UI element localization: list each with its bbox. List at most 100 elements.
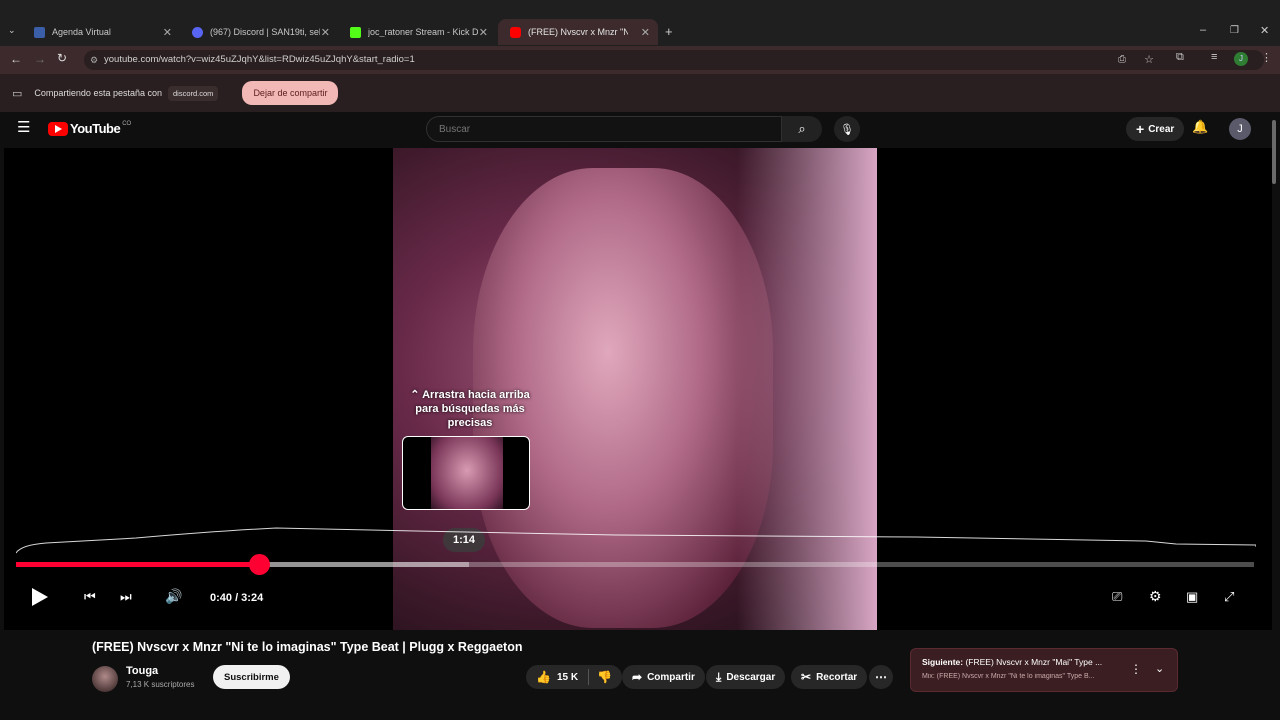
favicon-icon bbox=[192, 26, 203, 38]
next-up-title: (FREE) Nvscvr x Mnzr "Mai" Type ... bbox=[965, 657, 1103, 667]
tab-label: (967) Discord | SAN19ti, sel bbox=[210, 27, 320, 37]
tab-search-icon[interactable]: ⌄ bbox=[8, 25, 16, 36]
subscribe-button[interactable]: Suscribirme bbox=[213, 665, 290, 689]
share-icon: ➦ bbox=[632, 670, 643, 684]
search-box[interactable] bbox=[426, 116, 782, 142]
youtube-page: ☰ YouTube CO ⌕ 🎙 + Crear 🔔 J ⌃ Arra bbox=[4, 112, 1272, 720]
extensions-icon[interactable]: ⧉ bbox=[1176, 51, 1184, 64]
fullscreen-icon[interactable]: ⤢ bbox=[1224, 589, 1234, 605]
tab-label: joc_ratoner Stream - Kick Dash bbox=[368, 27, 478, 37]
favicon-icon bbox=[350, 26, 361, 38]
previous-icon[interactable]: ⏮ bbox=[84, 589, 96, 605]
tab-label: (FREE) Nvscvr x Mnzr "Ni te bbox=[528, 27, 628, 37]
download-button[interactable]: ⤓ Descargar bbox=[706, 665, 786, 689]
bookmark-star-icon[interactable]: ☆ bbox=[1144, 50, 1154, 70]
page-scrollbar[interactable] bbox=[1272, 120, 1276, 184]
screen-share-icon: ▭ bbox=[12, 87, 23, 100]
search-button[interactable]: ⌕ bbox=[782, 116, 822, 142]
hamburger-menu-icon[interactable]: ☰ bbox=[17, 118, 30, 136]
video-title: (FREE) Nvscvr x Mnzr "Ni te lo imaginas"… bbox=[92, 640, 523, 654]
close-icon[interactable]: ✕ bbox=[479, 26, 488, 39]
share-label: Compartir bbox=[647, 671, 695, 683]
next-up-label: Siguiente: bbox=[922, 657, 964, 667]
played-bar bbox=[16, 562, 259, 567]
youtube-play-icon bbox=[48, 121, 68, 136]
back-icon[interactable]: ← bbox=[10, 52, 22, 66]
tab-discord[interactable]: (967) Discord | SAN19ti, sel ✕ bbox=[180, 19, 338, 45]
preview-thumbnail bbox=[402, 436, 530, 510]
tab-youtube[interactable]: (FREE) Nvscvr x Mnzr "Ni te ✕ bbox=[498, 19, 658, 45]
close-icon[interactable]: ✕ bbox=[641, 26, 650, 39]
plus-icon: + bbox=[1136, 121, 1145, 137]
play-icon[interactable] bbox=[32, 588, 48, 606]
new-tab-icon[interactable]: + bbox=[665, 24, 673, 39]
video-player[interactable]: ⌃ Arrastra hacia arriba para búsquedas m… bbox=[4, 148, 1272, 630]
browser-tab-strip: ⌄ Agenda Virtual ✕ (967) Discord | SAN19… bbox=[0, 0, 1280, 46]
dislike-icon[interactable]: 👎 bbox=[597, 670, 612, 684]
next-icon[interactable]: ⏭ bbox=[120, 589, 132, 605]
url-text: youtube.com/watch?v=wiz45uZJqhY&list=RDw… bbox=[104, 54, 415, 65]
close-icon[interactable]: ✕ bbox=[321, 26, 330, 39]
media-icon[interactable]: ≡ bbox=[1211, 51, 1217, 63]
scissors-icon: ✂ bbox=[801, 670, 812, 684]
tab-kick[interactable]: joc_ratoner Stream - Kick Dash ✕ bbox=[338, 19, 496, 45]
more-actions-button[interactable]: ⋯ bbox=[869, 665, 893, 689]
forward-icon[interactable]: → bbox=[34, 52, 46, 66]
install-icon[interactable]: ⎙ bbox=[1118, 50, 1126, 70]
scrubber-handle[interactable] bbox=[248, 554, 270, 575]
like-dislike-group: 👍 15 K 👎 bbox=[526, 665, 623, 689]
account-avatar[interactable]: J bbox=[1229, 118, 1251, 140]
next-up-expand-icon[interactable]: ⌄ bbox=[1155, 662, 1164, 675]
country-code: CO bbox=[122, 120, 132, 127]
reload-icon[interactable]: ↻ bbox=[57, 51, 67, 65]
sharing-text: Compartiendo esta pestaña con bbox=[34, 88, 162, 98]
create-label: Crear bbox=[1148, 123, 1175, 135]
share-button[interactable]: ➦ Compartir bbox=[622, 665, 705, 689]
like-count[interactable]: 15 K bbox=[557, 672, 578, 683]
time-display: 0:40 / 3:24 bbox=[210, 592, 264, 604]
like-icon[interactable]: 👍 bbox=[536, 670, 551, 684]
volume-icon[interactable]: 🔊 bbox=[165, 588, 182, 605]
sharing-domain: discord.com bbox=[168, 85, 219, 101]
tab-sharing-bar: ▭ Compartiendo esta pestaña con discord.… bbox=[0, 74, 1280, 112]
settings-gear-icon[interactable]: ⚙ bbox=[1149, 588, 1162, 605]
favicon-icon bbox=[510, 26, 521, 38]
menu-kebab-icon[interactable]: ⋮ bbox=[1261, 51, 1272, 64]
voice-search-button[interactable]: 🎙 bbox=[834, 116, 860, 142]
channel-name[interactable]: Touga bbox=[126, 665, 158, 677]
profile-avatar[interactable]: J bbox=[1234, 52, 1248, 66]
close-icon[interactable]: ✕ bbox=[163, 26, 172, 39]
download-icon: ⤓ bbox=[716, 669, 722, 684]
close-window-icon[interactable]: ✕ bbox=[1260, 24, 1269, 37]
next-up-subtitle: Mix: (FREE) Nvscvr x Mnzr "Ni te lo imag… bbox=[922, 673, 1095, 680]
subtitles-icon[interactable]: ⎚ bbox=[1112, 589, 1122, 605]
search-icon: ⌕ bbox=[798, 121, 806, 136]
create-button[interactable]: + Crear bbox=[1126, 117, 1185, 141]
restore-icon[interactable]: ❐ bbox=[1230, 25, 1239, 36]
tab-agenda[interactable]: Agenda Virtual ✕ bbox=[22, 19, 180, 45]
drag-hint: ⌃ Arrastra hacia arriba para búsquedas m… bbox=[410, 389, 530, 429]
more-horizontal-icon: ⋯ bbox=[875, 670, 887, 684]
microphone-icon: 🎙 bbox=[840, 124, 854, 136]
subscriber-count: 7,13 K suscriptores bbox=[126, 680, 195, 689]
logo-text: YouTube bbox=[70, 121, 121, 136]
youtube-logo[interactable]: YouTube CO bbox=[48, 121, 131, 136]
stop-sharing-button[interactable]: Dejar de compartir bbox=[242, 81, 339, 105]
download-label: Descargar bbox=[726, 671, 776, 683]
favicon-icon bbox=[34, 26, 45, 38]
clip-button[interactable]: ✂ Recortar bbox=[791, 665, 868, 689]
tab-label: Agenda Virtual bbox=[52, 27, 111, 37]
site-info-icon[interactable]: ⚙ bbox=[90, 50, 98, 70]
address-bar-row: ← → ↻ ⚙ youtube.com/watch?v=wiz45uZJqhY&… bbox=[0, 46, 1280, 74]
progress-track[interactable] bbox=[16, 554, 1254, 575]
notifications-bell-icon[interactable]: 🔔 bbox=[1192, 119, 1208, 135]
search-input[interactable] bbox=[427, 117, 747, 141]
url-field[interactable]: ⚙ youtube.com/watch?v=wiz45uZJqhY&list=R… bbox=[84, 50, 1264, 70]
heatmap-graph bbox=[16, 527, 1256, 554]
channel-avatar[interactable] bbox=[92, 666, 118, 692]
youtube-masthead: ☰ YouTube CO ⌕ 🎙 + Crear 🔔 J bbox=[4, 112, 1272, 146]
next-up-more-icon[interactable]: ⋮ bbox=[1130, 662, 1142, 676]
miniplayer-icon[interactable]: ▣ bbox=[1186, 589, 1198, 605]
next-up-card[interactable]: Siguiente: (FREE) Nvscvr x Mnzr "Mai" Ty… bbox=[910, 648, 1178, 692]
minimize-icon[interactable]: – bbox=[1200, 24, 1206, 36]
